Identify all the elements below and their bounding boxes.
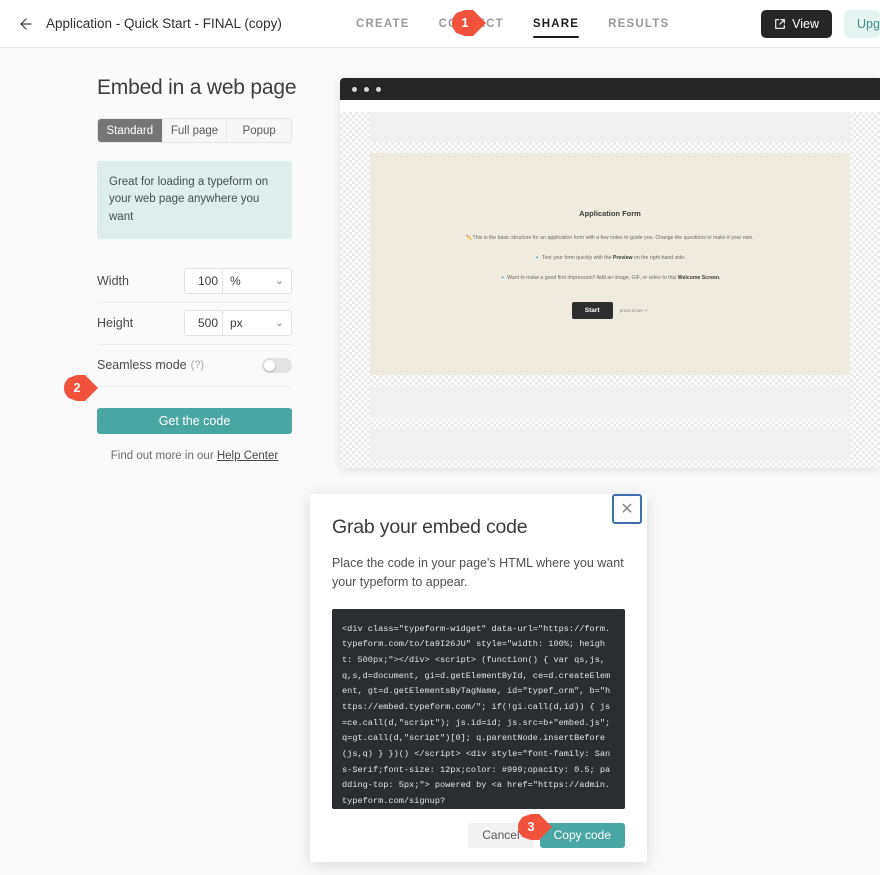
tab-share[interactable]: SHARE <box>532 0 580 48</box>
upgrade-button-label: Upgrade <box>857 17 880 31</box>
top-bar-actions: View Upgrade <box>761 0 880 48</box>
marker-number: 3 <box>527 820 535 834</box>
copy-code-button[interactable]: Copy code <box>539 822 625 848</box>
help-center-prefix: Find out more in our <box>110 449 217 462</box>
height-field-row: Height 500 px ⌄ <box>97 303 292 345</box>
step-marker-1: 1 <box>452 10 486 36</box>
chevron-down-icon: ⌄ <box>274 316 284 329</box>
step-marker-2: 2 <box>64 375 98 401</box>
preview-line2-post: on the right-hand side. <box>632 254 686 261</box>
width-control: 100 % ⌄ <box>184 268 292 295</box>
width-unit-select[interactable]: % ⌄ <box>222 268 292 295</box>
typeform-embed-preview: Application Form ✏️This is the basic str… <box>370 153 850 375</box>
preview-paragraph-2: 🔹 Test your form quickly with the Previe… <box>534 254 685 263</box>
modal-title: Grab your embed code <box>332 516 528 538</box>
preview-line2-bold: Preview <box>612 254 633 261</box>
embed-type-segmented-control: Standard Full page Popup <box>97 118 292 143</box>
marker-pin-shape <box>518 814 552 840</box>
browser-title-bar <box>340 78 880 100</box>
marker-number: 2 <box>73 381 81 395</box>
segment-popup[interactable]: Popup <box>227 119 291 142</box>
tab-create[interactable]: CREATE <box>356 0 410 48</box>
help-center-line: Find out more in our Help Center <box>97 450 292 462</box>
width-field-row: Width 100 % ⌄ <box>97 261 292 303</box>
external-link-icon <box>775 19 785 29</box>
height-label: Height <box>97 316 134 331</box>
get-the-code-button[interactable]: Get the code <box>97 407 292 434</box>
preview-start-hint: press Enter ↵ <box>619 307 649 313</box>
height-unit-select[interactable]: px ⌄ <box>222 310 292 337</box>
window-dot-icon <box>352 86 357 92</box>
arrow-left-icon <box>20 17 32 30</box>
preview-line3-pre: Want to make a good first impression? Ad… <box>507 275 678 282</box>
view-button-label: View <box>792 17 819 31</box>
placeholder-bar <box>370 112 850 142</box>
preview-start-button[interactable]: Start <box>571 302 613 320</box>
embed-code-textarea[interactable]: <div class="typeform-widget" data-url="h… <box>332 608 625 809</box>
segment-standard[interactable]: Standard <box>98 119 163 142</box>
embed-code-modal: ✕ Grab your embed code Place the code in… <box>310 494 647 862</box>
modal-description: Place the code in your page's HTML where… <box>332 556 624 590</box>
page-title: Application - Quick Start - FINAL (copy) <box>46 16 282 31</box>
placeholder-bar <box>370 429 850 459</box>
marker-number: 1 <box>461 16 469 30</box>
preview-line2-pre: Test your form quickly with the <box>541 254 613 261</box>
embed-settings-panel: Embed in a web page Standard Full page P… <box>97 76 297 462</box>
help-tooltip-icon[interactable]: (?) <box>191 359 204 371</box>
height-control: 500 px ⌄ <box>184 310 292 337</box>
preview-line3-bold: Welcome Screen. <box>677 275 721 282</box>
step-marker-3: 3 <box>518 814 552 840</box>
panel-heading: Embed in a web page <box>97 76 297 99</box>
width-label: Width <box>97 274 129 289</box>
browser-page-body: Application Form ✏️This is the basic str… <box>340 112 880 468</box>
app-root: Application - Quick Start - FINAL (copy)… <box>0 0 880 875</box>
seamless-mode-row: Seamless mode (?) <box>97 345 292 387</box>
seamless-mode-label: Seamless mode <box>97 358 187 373</box>
preview-paragraph-3: 🔹 Want to make a good first impression? … <box>499 274 720 283</box>
view-button[interactable]: View <box>761 10 832 38</box>
segment-full-page[interactable]: Full page <box>162 119 228 142</box>
top-bar: Application - Quick Start - FINAL (copy)… <box>0 0 880 48</box>
info-callout: Great for loading a typeform on your web… <box>97 161 292 239</box>
window-dot-icon <box>376 86 381 92</box>
back-button[interactable] <box>8 7 42 41</box>
diamond-emoji-icon: 🔹 <box>534 254 541 261</box>
placeholder-bar <box>370 387 850 417</box>
seamless-mode-toggle[interactable] <box>262 357 292 373</box>
preview-form-title: Application Form <box>579 208 641 218</box>
marker-pin-shape <box>64 375 98 401</box>
upgrade-button[interactable]: Upgrade <box>844 10 880 38</box>
window-dot-icon <box>364 86 369 92</box>
modal-actions: Cancel Copy code <box>332 822 625 848</box>
height-input[interactable]: 500 <box>184 310 222 337</box>
tab-results[interactable]: RESULTS <box>608 0 669 48</box>
preview-line1-text: This is the basic structure for an appli… <box>472 234 754 241</box>
nav-tabs: CREATE CONNECT SHARE RESULTS <box>356 0 669 48</box>
height-unit-value: px <box>230 316 243 331</box>
help-center-link[interactable]: Help Center <box>217 450 278 462</box>
chevron-down-icon: ⌄ <box>274 274 284 287</box>
marker-pin-shape <box>452 10 486 36</box>
preview-paragraph-1: ✏️This is the basic structure for an app… <box>466 234 753 243</box>
diamond-emoji-icon: 🔹 <box>499 275 506 282</box>
preview-start-row: Start press Enter ↵ <box>571 302 649 320</box>
browser-preview-mockup: Application Form ✏️This is the basic str… <box>340 78 880 468</box>
width-input[interactable]: 100 <box>184 268 222 295</box>
width-unit-value: % <box>230 274 241 289</box>
close-icon[interactable]: ✕ <box>612 494 642 524</box>
